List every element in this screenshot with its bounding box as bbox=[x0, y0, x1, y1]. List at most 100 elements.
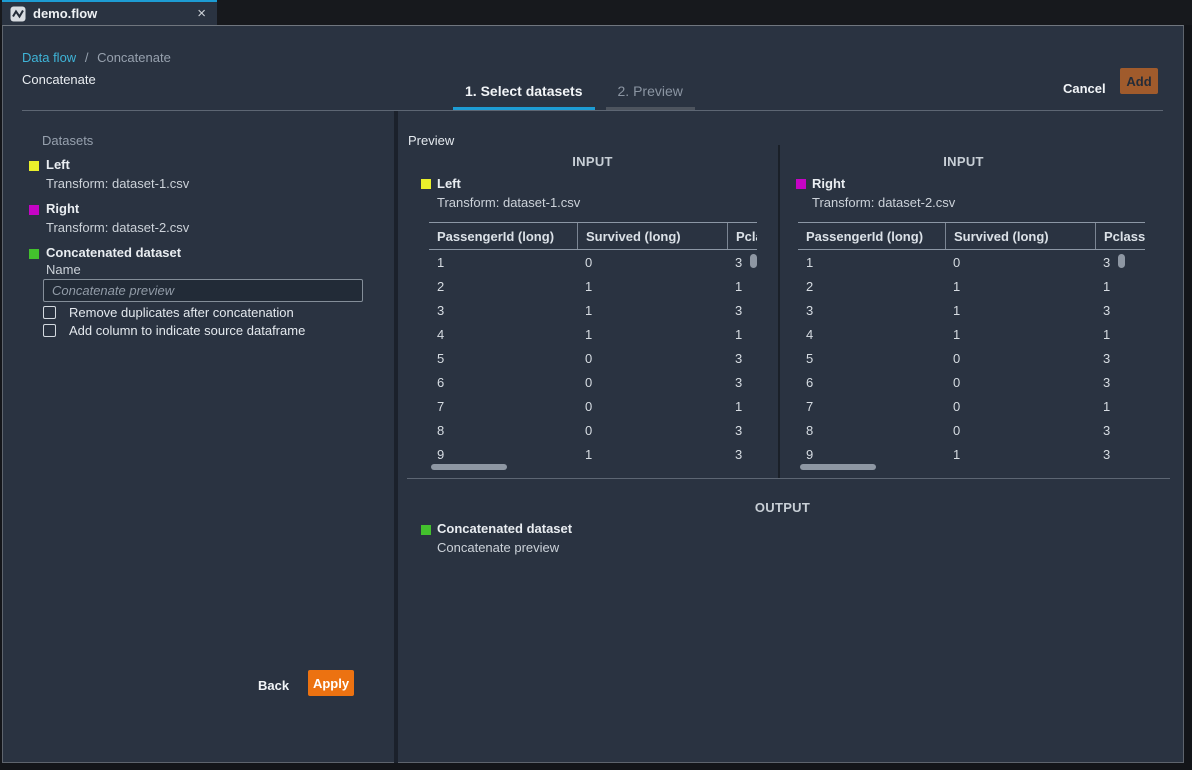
left-dataset-sub: Transform: dataset-1.csv bbox=[437, 195, 580, 210]
table-row: 603 bbox=[798, 370, 1145, 394]
table-cell: 1 bbox=[945, 303, 1095, 318]
apply-button[interactable]: Apply bbox=[308, 670, 354, 696]
name-field-label: Name bbox=[46, 262, 81, 277]
table-row: 411 bbox=[429, 322, 757, 346]
header-divider bbox=[22, 110, 1163, 111]
table-row: 603 bbox=[429, 370, 757, 394]
table-cell: 5 bbox=[429, 351, 577, 366]
table-cell: 1 bbox=[945, 447, 1095, 462]
table-cell: 1 bbox=[1095, 279, 1145, 294]
sidebar-item-left-label: Left bbox=[46, 157, 70, 172]
right-dataset-name: Right bbox=[812, 176, 845, 191]
concatenated-dataset-color-swatch bbox=[29, 249, 39, 259]
app-window: demo.flow × Data flow / Concatenate Conc… bbox=[0, 0, 1192, 770]
table-row: 313 bbox=[798, 298, 1145, 322]
table-cell: 6 bbox=[798, 375, 945, 390]
tab-demo-flow[interactable]: demo.flow × bbox=[2, 0, 217, 25]
table-cell: 1 bbox=[727, 279, 757, 294]
horizontal-scrollbar[interactable] bbox=[431, 464, 507, 470]
add-source-column-label: Add column to indicate source dataframe bbox=[69, 323, 305, 338]
sidebar-item-concatenated-label: Concatenated dataset bbox=[46, 245, 181, 260]
add-button[interactable]: Add bbox=[1120, 68, 1158, 94]
table-body: 103211313411503603701803913 bbox=[798, 250, 1145, 466]
table-row: 103 bbox=[429, 250, 757, 274]
table-cell: 4 bbox=[429, 327, 577, 342]
table-cell: 2 bbox=[798, 279, 945, 294]
table-row: 411 bbox=[798, 322, 1145, 346]
input-panel-right: INPUT Right Transform: dataset-2.csv Pas… bbox=[782, 146, 1145, 478]
cancel-button[interactable]: Cancel bbox=[1055, 75, 1114, 102]
table-header-row: PassengerId (long) Survived (long) Pclas… bbox=[429, 222, 757, 250]
table-cell: 3 bbox=[1095, 423, 1145, 438]
tab-preview[interactable]: 2. Preview bbox=[606, 83, 695, 110]
left-dataset-name: Left bbox=[437, 176, 461, 191]
tab-select-datasets[interactable]: 1. Select datasets bbox=[453, 83, 595, 110]
vertical-scrollbar[interactable] bbox=[750, 254, 757, 268]
input-section-label: INPUT bbox=[407, 154, 778, 169]
table-row: 803 bbox=[798, 418, 1145, 442]
page-title: Concatenate bbox=[22, 72, 96, 87]
table-cell: 9 bbox=[429, 447, 577, 462]
table-cell: 9 bbox=[798, 447, 945, 462]
table-cell: 1 bbox=[1095, 327, 1145, 342]
table-cell: 7 bbox=[429, 399, 577, 414]
table-cell: 8 bbox=[798, 423, 945, 438]
dataset-name-input[interactable] bbox=[43, 279, 363, 302]
table-cell: 3 bbox=[727, 303, 757, 318]
table-cell: 3 bbox=[798, 303, 945, 318]
table-cell: 2 bbox=[429, 279, 577, 294]
table-cell: 0 bbox=[577, 255, 727, 270]
table-cell: 1 bbox=[577, 303, 727, 318]
sidebar-item-left-sub: Transform: dataset-1.csv bbox=[46, 176, 189, 191]
sidebar-item-right-sub: Transform: dataset-2.csv bbox=[46, 220, 189, 235]
table-cell: 0 bbox=[945, 255, 1095, 270]
add-source-column-checkbox[interactable] bbox=[43, 324, 56, 337]
table-cell: 1 bbox=[1095, 399, 1145, 414]
output-section-divider bbox=[407, 478, 1170, 479]
breadcrumb: Data flow / Concatenate bbox=[22, 50, 171, 65]
column-header: Survived (long) bbox=[945, 223, 1095, 249]
remove-duplicates-checkbox[interactable] bbox=[43, 306, 56, 319]
horizontal-scrollbar[interactable] bbox=[800, 464, 876, 470]
input-section-label: INPUT bbox=[782, 154, 1145, 169]
right-dataset-color-swatch bbox=[29, 205, 39, 215]
table-row: 313 bbox=[429, 298, 757, 322]
table-cell: 6 bbox=[429, 375, 577, 390]
table-cell: 0 bbox=[945, 351, 1095, 366]
table-cell: 3 bbox=[1095, 375, 1145, 390]
table-row: 103 bbox=[798, 250, 1145, 274]
sidebar-divider bbox=[394, 111, 398, 763]
back-button[interactable]: Back bbox=[250, 672, 297, 699]
output-dataset-name: Concatenated dataset bbox=[437, 521, 572, 536]
table-row: 803 bbox=[429, 418, 757, 442]
table-cell: 3 bbox=[1095, 447, 1145, 462]
close-icon[interactable]: × bbox=[194, 6, 209, 21]
table-cell: 0 bbox=[577, 423, 727, 438]
vertical-scrollbar[interactable] bbox=[1118, 254, 1125, 268]
input-panels-divider bbox=[778, 145, 780, 478]
table-cell: 1 bbox=[727, 327, 757, 342]
column-header: PassengerId (long) bbox=[798, 223, 945, 249]
left-dataset-color-swatch bbox=[29, 161, 39, 171]
table-cell: 3 bbox=[727, 375, 757, 390]
tab-bar: demo.flow × bbox=[0, 0, 1192, 25]
input-panel-left: INPUT Left Transform: dataset-1.csv Pass… bbox=[407, 146, 778, 478]
breadcrumb-data-flow-link[interactable]: Data flow bbox=[22, 50, 76, 65]
table-row: 503 bbox=[429, 346, 757, 370]
table-cell: 1 bbox=[577, 447, 727, 462]
sidebar-item-right-label: Right bbox=[46, 201, 79, 216]
table-cell: 3 bbox=[1095, 351, 1145, 366]
table-cell: 4 bbox=[798, 327, 945, 342]
left-data-table: PassengerId (long) Survived (long) Pclas… bbox=[429, 222, 757, 466]
table-cell: 3 bbox=[727, 351, 757, 366]
datasets-heading: Datasets bbox=[42, 133, 93, 148]
left-dataset-color-swatch bbox=[421, 179, 431, 189]
table-cell: 8 bbox=[429, 423, 577, 438]
table-cell: 5 bbox=[798, 351, 945, 366]
table-row: 913 bbox=[798, 442, 1145, 466]
table-cell: 0 bbox=[945, 423, 1095, 438]
table-row: 211 bbox=[429, 274, 757, 298]
table-cell: 3 bbox=[727, 423, 757, 438]
flow-icon bbox=[10, 6, 26, 22]
table-cell: 1 bbox=[945, 279, 1095, 294]
